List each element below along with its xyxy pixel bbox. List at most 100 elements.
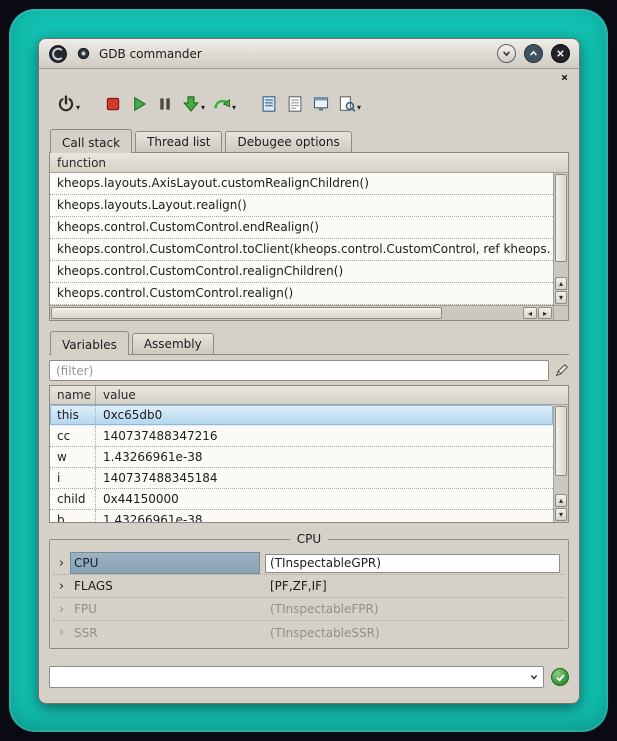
table-row[interactable]: child0x44150000: [50, 489, 553, 510]
variable-name: w: [50, 447, 96, 467]
scroll-up-icon: ▴: [559, 496, 563, 505]
variables-vertical-scrollbar[interactable]: ▴ ▾: [553, 405, 568, 522]
callstack-horizontal-scrollbar[interactable]: ◂ ▸: [50, 305, 553, 320]
register-group-name: SSR: [70, 621, 260, 644]
variable-value: 140737488345184: [96, 471, 553, 485]
scroll-down-icon: ▾: [559, 510, 563, 519]
dropdown-arrow-icon[interactable]: ▾: [232, 102, 236, 113]
table-row[interactable]: cc140737488347216: [50, 426, 553, 447]
callstack-panel: function kheops.layouts.AxisLayout.custo…: [49, 153, 569, 321]
expander-icon[interactable]: ›: [53, 580, 70, 593]
titlebar[interactable]: GDB commander: [39, 39, 579, 69]
command-row: [49, 666, 569, 688]
close-icon: [555, 48, 566, 59]
variables-column-header: name value: [50, 386, 568, 405]
variable-value: 1.43266961e-38: [96, 450, 553, 464]
pause-button[interactable]: [152, 92, 178, 116]
table-row[interactable]: this0xc65db0: [50, 405, 553, 426]
variable-name: i: [50, 468, 96, 488]
callstack-row[interactable]: kheops.control.CustomControl.toClient(kh…: [50, 239, 553, 261]
register-group-row[interactable]: ›FLAGS[PF,ZF,IF]: [53, 575, 565, 598]
client-area: ▾ ▾ ▾ ▾ Call stackThread listDebugee option…: [39, 69, 579, 703]
column-header-name: name: [50, 386, 96, 404]
help-icon[interactable]: [77, 47, 90, 60]
combo-dropdown-icon[interactable]: [525, 667, 543, 687]
command-combobox[interactable]: [49, 666, 544, 688]
scrollbar-corner: [553, 305, 568, 320]
stop-button[interactable]: [100, 92, 126, 116]
scroll-right-button[interactable]: ▸: [538, 307, 552, 319]
document-search-icon: [338, 95, 356, 113]
variable-name: this: [50, 405, 96, 425]
watch-window-button[interactable]: [308, 92, 334, 116]
teal-frame: GDB commander ▾ ▾ ▾ ▾ Call stackThread list…: [9, 9, 608, 732]
dropdown-arrow-icon[interactable]: ▾: [357, 102, 361, 113]
document-list-icon: [286, 95, 304, 113]
pane-close-icon[interactable]: [560, 73, 569, 82]
run-button[interactable]: [126, 92, 152, 116]
expander-icon[interactable]: ›: [53, 626, 70, 639]
scroll-up-icon: ▴: [559, 279, 563, 288]
list-doc-button[interactable]: [282, 92, 308, 116]
register-group-row[interactable]: ›FPU(TInspectableFPR): [53, 598, 565, 621]
table-row[interactable]: i140737488345184: [50, 468, 553, 489]
scrollbar-thumb[interactable]: [51, 307, 442, 319]
register-group-name: CPU: [70, 552, 260, 574]
cpu-group-title: CPU: [290, 532, 328, 546]
register-group-row[interactable]: ›SSR(TInspectableSSR): [53, 621, 565, 644]
pause-icon: [156, 95, 174, 113]
source-doc-button[interactable]: [256, 92, 282, 116]
callstack-row[interactable]: kheops.control.CustomControl.endRealign(…: [50, 217, 553, 239]
confirm-check-button[interactable]: [551, 668, 569, 686]
callstack-vertical-scrollbar[interactable]: ▴ ▾: [553, 173, 568, 305]
scroll-up-button[interactable]: ▴: [555, 277, 567, 290]
memory-inspect-button[interactable]: ▾: [334, 92, 365, 116]
callstack-row[interactable]: kheops.layouts.Layout.realign(): [50, 195, 553, 217]
tab-assembly[interactable]: Assembly: [132, 333, 214, 354]
step-into-button[interactable]: ▾: [178, 92, 209, 116]
tab-thread-list[interactable]: Thread list: [135, 131, 222, 152]
tab-call-stack[interactable]: Call stack: [50, 129, 132, 153]
scroll-right-icon: ▸: [543, 309, 547, 318]
tab-variables[interactable]: Variables: [50, 331, 129, 355]
callstack-row[interactable]: kheops.control.CustomControl.realign(): [50, 283, 553, 305]
chevron-down-icon: [501, 48, 512, 59]
table-row[interactable]: w1.43266961e-38: [50, 447, 553, 468]
scroll-up-button[interactable]: ▴: [555, 494, 567, 507]
scroll-down-button[interactable]: ▾: [555, 508, 567, 521]
register-group-row[interactable]: ›CPU (TInspectableGPR): [53, 552, 565, 575]
register-value-field[interactable]: (TInspectableGPR): [265, 554, 560, 573]
dropdown-arrow-icon[interactable]: ▾: [201, 102, 205, 113]
register-group-value: (TInspectableFPR): [260, 602, 565, 616]
scroll-left-button[interactable]: ◂: [523, 307, 537, 319]
table-row[interactable]: b1.43266961e-38: [50, 510, 553, 522]
stop-icon: [104, 95, 122, 113]
variable-name: cc: [50, 426, 96, 446]
callstack-row[interactable]: kheops.layouts.AxisLayout.customRealignC…: [50, 173, 553, 195]
command-input[interactable]: [50, 667, 525, 687]
window-title: GDB commander: [99, 47, 202, 61]
step-over-icon: [213, 95, 231, 113]
app-icon[interactable]: [48, 44, 68, 64]
dropdown-arrow-icon[interactable]: ▾: [76, 102, 80, 113]
column-header-value: value: [96, 388, 136, 402]
scrollbar-thumb[interactable]: [555, 174, 567, 262]
filter-input[interactable]: [49, 360, 549, 381]
inspector-tabs: VariablesAssembly: [49, 331, 569, 355]
chevron-up-icon: [528, 48, 539, 59]
scroll-down-button[interactable]: ▾: [555, 291, 567, 304]
scrollbar-thumb[interactable]: [555, 406, 567, 476]
step-over-button[interactable]: ▾: [209, 92, 240, 116]
callstack-row[interactable]: kheops.control.CustomControl.realignChil…: [50, 261, 553, 283]
document-icon: [260, 95, 278, 113]
maximize-button[interactable]: [524, 44, 543, 63]
expander-icon[interactable]: ›: [53, 603, 70, 616]
close-button[interactable]: [551, 44, 570, 63]
pen-icon[interactable]: [554, 363, 569, 378]
power-button[interactable]: ▾: [53, 92, 84, 116]
register-group-value: [PF,ZF,IF]: [260, 579, 565, 593]
filter-row: [49, 360, 569, 381]
tab-debugee-options[interactable]: Debugee options: [225, 131, 351, 152]
expander-icon[interactable]: ›: [53, 557, 70, 570]
minimize-button[interactable]: [497, 44, 516, 63]
